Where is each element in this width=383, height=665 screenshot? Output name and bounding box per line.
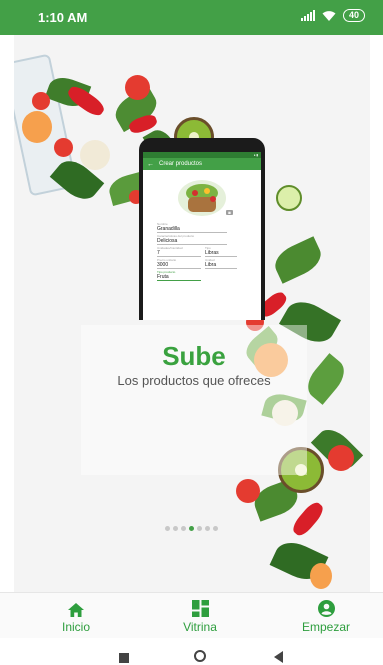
page-indicator bbox=[165, 526, 218, 531]
status-icons: 40 bbox=[300, 9, 365, 22]
phone-mockup: ● ▮ ← Crear productos ◙ Nombre Granadill… bbox=[139, 138, 265, 320]
recent-apps-icon[interactable] bbox=[119, 653, 129, 663]
page-dot[interactable] bbox=[165, 526, 170, 531]
page-dot[interactable] bbox=[189, 526, 194, 531]
home-circle-icon[interactable] bbox=[194, 650, 206, 662]
product-type-field: Tipo producto Fruta bbox=[157, 270, 201, 281]
tomato bbox=[236, 479, 260, 503]
cauliflower bbox=[80, 140, 110, 170]
nav-label: Vitrina bbox=[183, 620, 217, 634]
page-dot[interactable] bbox=[173, 526, 178, 531]
battery-icon: 40 bbox=[342, 9, 365, 22]
onboarding-title: Sube bbox=[162, 341, 226, 371]
features-field: Caracteristicas del producto Deliciosa bbox=[157, 234, 227, 245]
red-pepper bbox=[289, 499, 327, 539]
onboarding-hero: ● ▮ ← Crear productos ◙ Nombre Granadill… bbox=[14, 35, 370, 592]
page-dot[interactable] bbox=[213, 526, 218, 531]
back-icon[interactable] bbox=[274, 651, 283, 663]
phone-app-bar-title: Crear productos bbox=[159, 161, 203, 167]
nav-item-empezar[interactable]: Empezar bbox=[276, 597, 376, 634]
home-icon bbox=[68, 603, 84, 617]
nav-label: Empezar bbox=[301, 620, 351, 634]
nav-item-vitrina[interactable]: Vitrina bbox=[150, 597, 250, 634]
nav-label: Inicio bbox=[61, 620, 90, 634]
orange-slice bbox=[22, 111, 52, 143]
name-field: Nombre Granadilla bbox=[157, 222, 227, 233]
orange-slice bbox=[310, 563, 332, 589]
spinach-leaf bbox=[269, 236, 327, 284]
quantity-field: Unidades/Cantidad 7 bbox=[157, 246, 201, 257]
camera-icon: ◙ bbox=[226, 210, 233, 215]
spinach-leaf bbox=[301, 353, 351, 405]
status-bar: 1:10 AM 40 bbox=[0, 0, 383, 35]
tomato bbox=[328, 445, 354, 471]
type-field: Tipo Libras bbox=[205, 246, 237, 257]
onboarding-subtitle: Los productos que ofreces bbox=[117, 373, 271, 388]
nav-item-inicio[interactable]: Inicio bbox=[26, 597, 126, 634]
page-dot[interactable] bbox=[205, 526, 210, 531]
page-dot[interactable] bbox=[197, 526, 202, 531]
signal-icon bbox=[300, 10, 315, 21]
phone-screen: ● ▮ ← Crear productos ◙ Nombre Granadill… bbox=[143, 152, 261, 320]
dashboard-icon bbox=[191, 600, 209, 617]
unit-price-field: Precio unitario 3000 bbox=[157, 258, 201, 269]
phone-app-bar: ← Crear productos bbox=[143, 158, 261, 170]
account-circle-icon bbox=[317, 600, 335, 617]
android-nav-bar bbox=[0, 638, 383, 665]
tomato bbox=[32, 92, 50, 110]
bottom-navigation: Inicio Vitrina Empezar bbox=[0, 592, 383, 639]
status-time: 1:10 AM bbox=[38, 10, 88, 25]
wifi-icon bbox=[322, 10, 336, 21]
back-arrow-icon: ← bbox=[147, 160, 154, 168]
unit-field: Unidad Libra bbox=[205, 258, 237, 269]
tomato bbox=[125, 75, 150, 100]
cucumber-slice bbox=[276, 185, 302, 211]
tomato bbox=[54, 138, 73, 157]
page-dot[interactable] bbox=[181, 526, 186, 531]
fruit-basket-image bbox=[178, 180, 226, 216]
